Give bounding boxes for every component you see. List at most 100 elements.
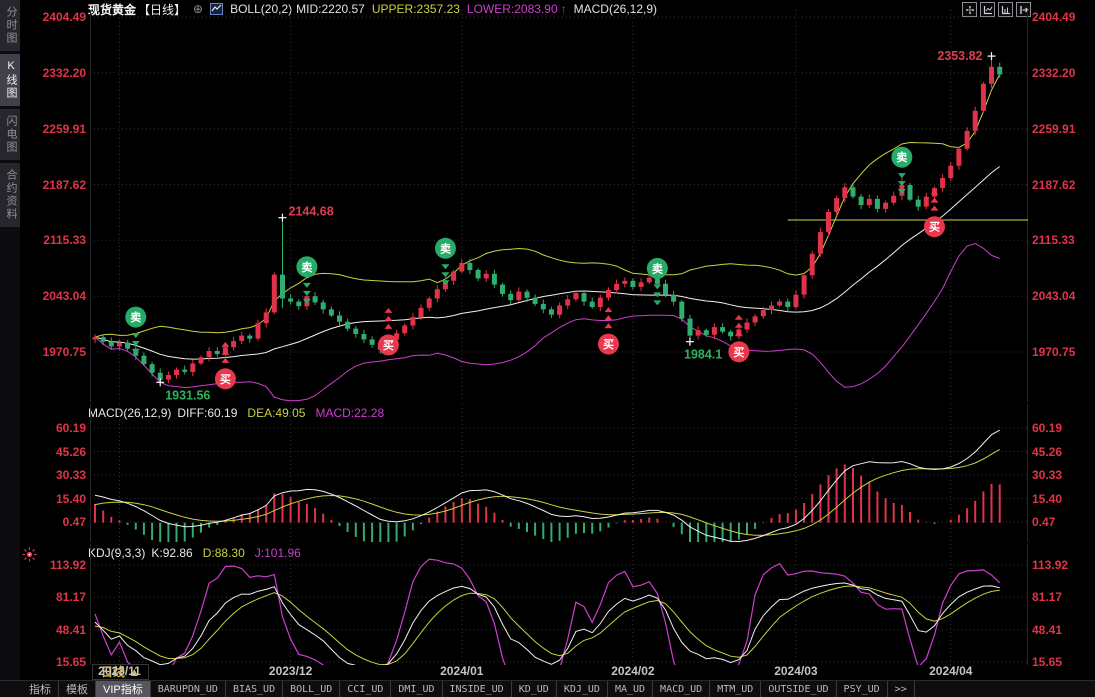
candle [288,299,293,302]
main-chart[interactable]: 卖买卖买卖买卖买卖买2144.682353.821931.561984.1 [90,10,1028,402]
indicator-tab-bar: 指标模板VIP指标BARUPDN_UDBIAS_UDBOLL_UDCCI_UDD… [0,680,1095,697]
candle [280,275,285,299]
boll-mid-line [95,167,1000,360]
date-label: 2024/02 [611,664,654,678]
candle [516,292,521,301]
candle [150,364,155,373]
price-tick-label: 60.19 [1032,421,1095,435]
candle [533,298,538,304]
bottom-tab-4[interactable]: BIAS_UD [226,681,283,697]
kdj-k-line [95,583,1000,665]
candle [622,281,627,284]
candle [525,292,530,298]
buy-signal: 买 [378,308,399,356]
candle [916,200,921,207]
kdj-j-line [95,559,1000,665]
candle [973,111,978,131]
candle [117,343,122,347]
candle [606,290,611,298]
bottom-tab-13[interactable]: MTM_UD [710,681,761,697]
candle [802,275,807,294]
bottom-tab-14[interactable]: OUTSIDE_UD [761,681,836,697]
bottom-tab-11[interactable]: MA_UD [608,681,653,697]
candle [419,308,424,317]
bottom-tab-0[interactable]: 指标 [22,681,59,697]
price-tick-label: 15.65 [1032,655,1095,669]
candle [867,199,872,205]
candle [679,302,684,319]
price-tick-label: 2404.49 [1032,10,1095,24]
candle [875,199,880,209]
candle [467,263,472,270]
bottom-tab-3[interactable]: BARUPDN_UD [151,681,226,697]
macd-chart[interactable] [90,404,1028,542]
price-annotation: 2144.68 [278,205,333,222]
svg-text:卖: 卖 [130,310,141,324]
candle [125,343,130,349]
svg-text:买: 买 [383,339,394,352]
bottom-tab-6[interactable]: CCI_UD [340,681,391,697]
candle [948,166,953,178]
candle [793,295,798,307]
bottom-tab-5[interactable]: BOLL_UD [283,681,340,697]
sidebar-item-kline-chart[interactable]: K线图 [0,54,20,106]
buy-signal: 买 [598,307,619,355]
price-tick-label: 2404.49 [0,10,86,24]
bottom-tab-1[interactable]: 模板 [59,681,96,697]
svg-text:1984.1: 1984.1 [684,348,722,362]
bottom-tab-12[interactable]: MACD_UD [653,681,710,697]
candle [851,187,856,196]
candle [190,363,195,372]
svg-text:2144.68: 2144.68 [289,205,334,219]
bottom-tab-15[interactable]: PSY_UD [837,681,888,697]
price-tick-label: 48.41 [0,623,86,637]
candle [704,330,709,335]
candle [337,316,342,322]
price-tick-label: 81.17 [1032,590,1095,604]
candle [402,326,407,334]
candle [508,294,513,300]
candle [410,317,415,326]
candle [859,197,864,206]
candle [321,302,326,309]
svg-text:卖: 卖 [440,241,451,255]
candle [141,356,146,365]
price-tick-label: 60.19 [0,421,86,435]
price-tick-label: 2115.33 [1032,233,1095,247]
bottom-tab-8[interactable]: INSIDE_UD [443,681,512,697]
candle [818,232,823,254]
bottom-tab-9[interactable]: KD_UD [512,681,557,697]
date-label: 2024/04 [929,664,972,678]
candle [182,370,187,372]
bottom-tab-7[interactable]: DMI_UD [391,681,442,697]
candle [777,302,782,306]
price-tick-label: 2187.62 [1032,178,1095,192]
sidebar-item-time-chart[interactable]: 分时图 [0,0,20,51]
candle [484,274,489,279]
svg-text:卖: 卖 [301,260,312,274]
candle [826,212,831,232]
bottom-tab-2[interactable]: VIP指标 [96,681,151,697]
price-tick-label: 1970.75 [1032,345,1095,359]
candle [745,323,750,330]
sidebar-item-contract-info[interactable]: 合约资料 [0,163,20,227]
candle [549,309,554,314]
candle [101,337,106,342]
price-annotation: 2353.82 [937,49,995,63]
svg-text:买: 买 [733,346,744,359]
kdj-chart[interactable] [90,544,1028,665]
trading-app-window: 分时图K线图闪电图合约资料 现货黄金【日线】 ⊕ BOLL(20,2) MID:… [0,0,1095,697]
candle [785,302,790,307]
candle [573,293,578,299]
date-label: 2023/11 [98,664,141,678]
svg-text:2353.82: 2353.82 [937,49,982,63]
candle [614,284,619,290]
candle [215,351,220,354]
date-label: 2023/12 [269,664,312,678]
bottom-tab-10[interactable]: KDJ_UD [557,681,608,697]
bottom-tab-16[interactable]: >> [888,681,915,697]
candle [353,329,358,334]
candle [696,330,701,335]
candle [908,185,913,200]
date-label: 2024/01 [440,664,483,678]
